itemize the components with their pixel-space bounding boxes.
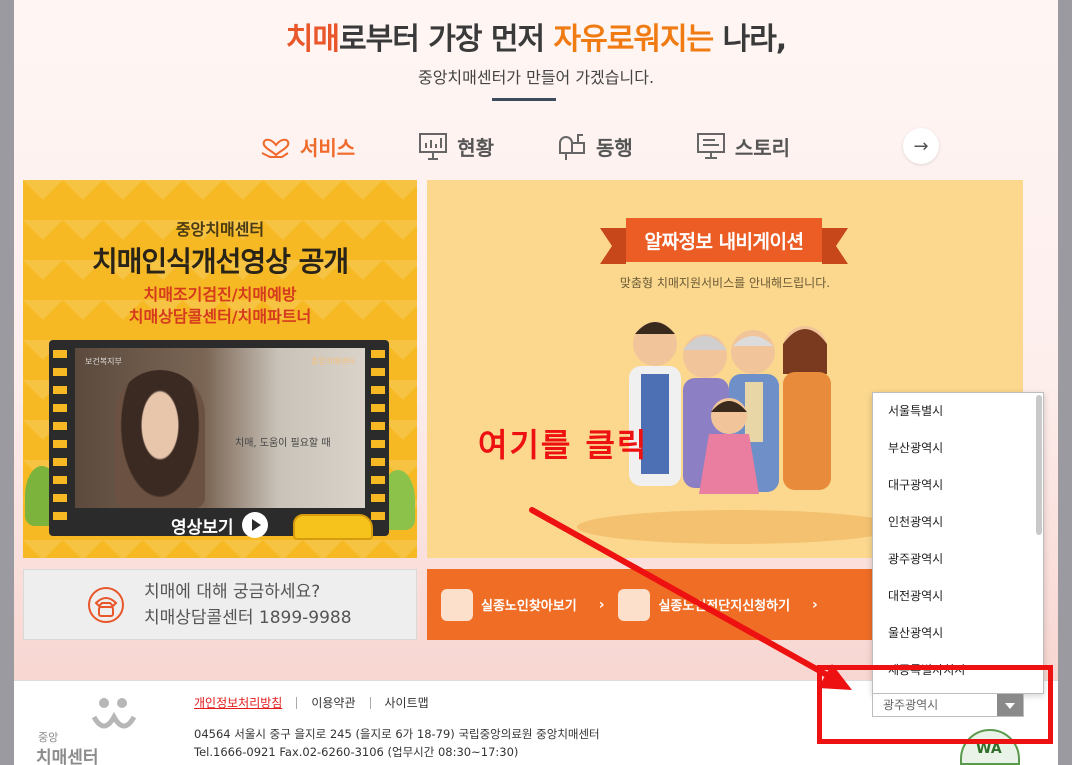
headline-text-1: 로부터 가장 먼저 — [339, 22, 554, 57]
film-perforation-left — [53, 350, 67, 530]
annotation-highlight-box — [817, 665, 1053, 744]
ribbon-label: 알짜정보 내비게이션 — [644, 230, 804, 253]
footer-address: 04564 서울시 중구 을지로 245 (을지로 6가 18-79) 국립중앙… — [194, 725, 600, 761]
headline-accent-2: 자유로워지는 — [553, 22, 715, 57]
dropdown-option[interactable]: 대전광역시 — [873, 578, 1043, 615]
call-center-box[interactable]: 치매에 대해 궁금하세요? 치매상담콜센터 1899-9988 — [23, 569, 417, 640]
quick-link-label: 실종노인전단지신청하기 — [658, 599, 791, 614]
section-tabs: 서비스 현황 동행 스토리 — [260, 128, 852, 164]
ministry-logo: 보건복지부 — [85, 357, 122, 366]
dropdown-option[interactable]: 인천광역시 — [873, 504, 1043, 541]
sitemap-link[interactable]: 사이트맵 — [369, 697, 443, 709]
tab-label: 서비스 — [300, 135, 356, 160]
banner-description: 맞춤형 치매지원서비스를 안내해드립니다. — [619, 276, 831, 290]
video-caption: 치매, 도움이 필요할 때 — [235, 438, 331, 449]
page-headline: 치매로부터 가장 먼저 자유로워지는 나라, — [14, 14, 1058, 58]
tab-together[interactable]: 동행 — [556, 131, 633, 161]
terms-link[interactable]: 이용약관 — [296, 697, 369, 709]
headline-text-2: 나라, — [713, 22, 788, 57]
dropdown-option[interactable]: 대구광역시 — [873, 467, 1043, 504]
annotation-label: 여기를 클릭 — [478, 426, 649, 464]
watch-video-button[interactable]: 영상보기 — [171, 512, 268, 538]
logo-mark-icon — [91, 698, 137, 729]
car-illustration — [293, 514, 373, 540]
watch-video-label: 영상보기 — [171, 517, 234, 538]
banner-org: 중앙치매센터 — [175, 220, 265, 239]
banner-title: 치매인식개선영상 공개 — [91, 245, 349, 278]
film-perforation-right — [371, 350, 385, 530]
contact-line: Tel.1666-0921 Fax.02-6260-3106 (업무시간 08:… — [194, 745, 519, 759]
banner-subtitle-line2: 치매상담콜센터/치매파트너 — [128, 307, 312, 326]
tab-label: 스토리 — [734, 135, 791, 160]
title-underline — [492, 98, 556, 101]
tab-label: 동행 — [596, 135, 633, 160]
privacy-policy-link[interactable]: 개인정보처리방침 — [194, 697, 296, 709]
heart-hand-icon — [260, 131, 292, 161]
tab-service[interactable]: 서비스 — [260, 131, 355, 161]
page-subtitle: 중앙치매센터가 만들어 가겠습니다. — [417, 68, 655, 87]
video-banner[interactable]: 중앙치매센터 치매인식개선영상 공개 치매조기검진/치매예방 치매상담콜센터/치… — [23, 180, 417, 558]
presentation-chart-icon — [417, 131, 449, 161]
elderly-person-icon — [441, 588, 473, 621]
banner-subtitle-line1: 치매조기검진/치매예방 — [143, 285, 297, 304]
call-center-question: 치매에 대해 궁금하세요? — [144, 581, 321, 602]
call-center-text: 치매에 대해 궁금하세요? 치매상담콜센터 1899-9988 — [144, 579, 352, 631]
dropdown-option[interactable]: 광주광역시 — [873, 541, 1043, 578]
headline-accent-1: 치매 — [285, 22, 340, 57]
quick-links-bar: 실종노인찾아보기 › 실종노인전단지신청하기 › — [427, 569, 877, 640]
missing-elderly-flyer-link[interactable]: 실종노인전단지신청하기 › — [618, 588, 818, 621]
play-icon — [241, 512, 268, 538]
family-illustration — [629, 322, 831, 494]
arrow-right-icon: → — [913, 135, 929, 157]
quick-link-label: 실종노인찾아보기 — [481, 599, 577, 614]
dropdown-scrollbar[interactable] — [1036, 395, 1042, 535]
mailbox-icon — [556, 131, 588, 161]
dropdown-option[interactable]: 울산광역시 — [873, 615, 1043, 652]
phone-icon — [86, 585, 126, 625]
missing-elderly-search-link[interactable]: 실종노인찾아보기 › — [441, 588, 605, 621]
banner-subtitle: 치매조기검진/치매예방 치매상담콜센터/치매파트너 — [23, 284, 417, 328]
chevron-right-icon: › — [598, 596, 605, 613]
banner-ribbon: 알짜정보 내비게이션 — [600, 218, 848, 264]
footer-logo: 중앙 치매센터 — [34, 695, 164, 765]
window-frame-right — [1058, 0, 1072, 765]
next-arrow-button[interactable]: → — [903, 128, 939, 164]
flyer-icon — [618, 588, 651, 621]
call-center-number: 치매상담콜센터 1899-9988 — [144, 607, 352, 628]
window-frame-left — [0, 0, 14, 765]
monitor-icon — [695, 131, 727, 161]
tab-status[interactable]: 현황 — [417, 131, 494, 161]
video-thumbnail[interactable]: 보건복지부 중앙치매센터 치매, 도움이 필요할 때 — [75, 348, 365, 508]
address-line: 04564 서울시 중구 을지로 245 (을지로 6가 18-79) 국립중앙… — [194, 727, 600, 741]
dropdown-option[interactable]: 서울특별시 — [873, 393, 1043, 430]
tab-label: 현황 — [457, 135, 495, 160]
actress-image — [115, 370, 205, 508]
dropdown-option[interactable]: 부산광역시 — [873, 430, 1043, 467]
tab-story[interactable]: 스토리 — [695, 131, 790, 161]
region-dropdown-list[interactable]: 서울특별시 부산광역시 대구광역시 인천광역시 광주광역시 대전광역시 울산광역… — [872, 392, 1044, 694]
chevron-right-icon: › — [812, 596, 818, 613]
footer-links: 개인정보처리방침 이용약관 사이트맵 — [194, 697, 443, 709]
center-logo: 중앙치매센터 — [310, 357, 355, 366]
logo-text-line2: 치매센터 — [36, 748, 99, 765]
